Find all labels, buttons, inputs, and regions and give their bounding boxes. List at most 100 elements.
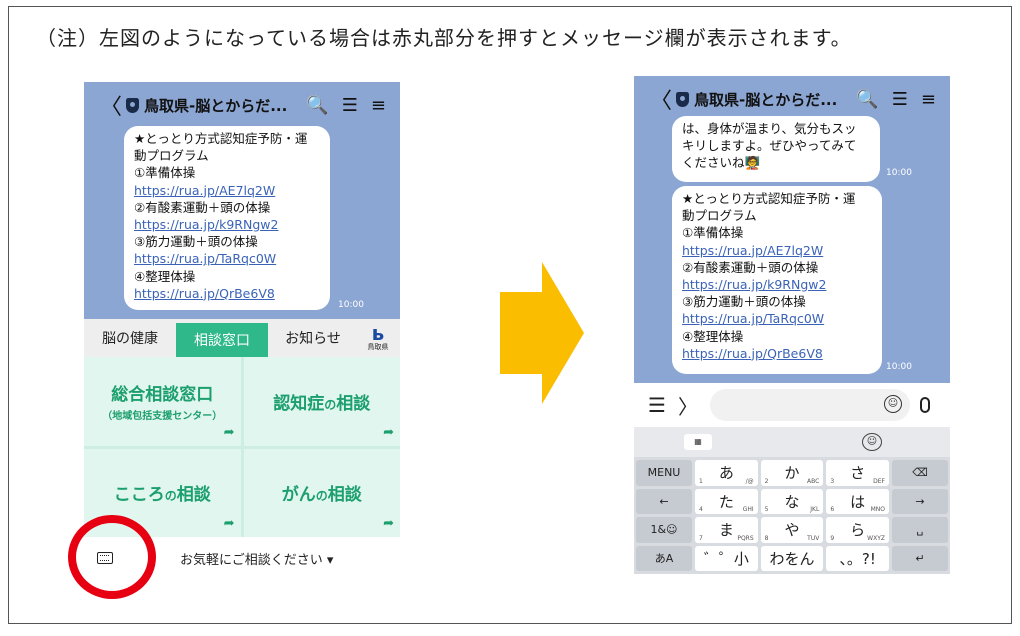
key-ka[interactable]: か 2 ABC <box>760 460 824 486</box>
official-badge-icon <box>676 91 689 107</box>
message-line: ③筋力運動＋頭の体操 <box>682 294 806 310</box>
key-dakuten[interactable]: ゛゜小 <box>695 545 758 571</box>
tab-news[interactable]: お知らせ <box>268 319 358 357</box>
message-link[interactable]: https://rua.jp/k9RNgw2 <box>134 216 320 233</box>
tottori-logo: ь 鳥取県 <box>358 319 398 357</box>
key-number: 7 <box>699 534 703 542</box>
logo-mark: ь <box>371 321 385 345</box>
message-line: ★とっとり方式認知症予防・運 <box>682 191 856 206</box>
key-ma[interactable]: ま 7 PQRS <box>695 517 758 543</box>
key-number: 8 <box>764 534 769 542</box>
message-link[interactable]: https://rua.jp/QrBe6V8 <box>134 285 320 302</box>
general-consultation-button[interactable]: 総合相談窓口 （地域包括支援センター） ➦ <box>84 357 241 446</box>
dementia-consultation-button[interactable]: 認知症の相談 ➦ <box>243 357 400 446</box>
keyboard-settings-icon[interactable]: ▦ <box>684 434 712 450</box>
message-line: キリしますよ。ぜひやってみて <box>682 138 857 154</box>
cell-label: 相談 <box>336 393 371 414</box>
key-punctuation[interactable]: 、。?! <box>826 545 889 571</box>
chat-header: 〈 鳥取県-脳とからだ... 🔍 ☰ ≡ <box>84 82 400 128</box>
message-line: ★とっとり方式認知症予防・運 <box>134 131 308 146</box>
enter-icon[interactable]: ↵ <box>892 545 948 571</box>
key-number: 4 <box>699 506 703 513</box>
key-na[interactable]: な 5 JKL <box>760 488 824 514</box>
key-label: か <box>784 464 800 483</box>
back-icon[interactable]: 〈 <box>100 89 122 121</box>
message-link[interactable]: https://rua.jp/AE7lq2W <box>682 242 872 259</box>
cell-label: 相談 <box>327 485 362 506</box>
cancer-consultation-button[interactable]: がんの相談 ➦ <box>243 448 400 537</box>
rich-menu-toggle[interactable]: お気軽にご相談ください ▾ <box>180 549 333 568</box>
message-bubble: ★とっとり方式認知症予防・運 動プログラム ①準備体操 https://rua.… <box>672 186 882 374</box>
message-input-bar: ☰ 〉 ☺ <box>634 383 950 427</box>
key-wa[interactable]: わをん <box>760 545 824 571</box>
key-sa[interactable]: さ 3 DEF <box>826 460 889 486</box>
tab-consultation[interactable]: 相談窓口 <box>176 323 268 357</box>
key-sub: WXYZ <box>867 534 885 542</box>
key-number: 2 <box>764 477 769 485</box>
chat-area: 〈 鳥取県-脳とからだ... 🔍 ☰ ≡ ★とっとり方式認知症予防・運 動プログ… <box>84 82 400 319</box>
chat-area: 〈 鳥取県-脳とからだ... 🔍 ☰ ≡ は、身体が温まり、気分もスッ キリしま… <box>634 76 950 383</box>
rich-menu-grid: 総合相談窓口 （地域包括支援センター） ➦ 認知症の相談 ➦ こころの相談 ➦ … <box>84 357 400 537</box>
rich-menu-tabs: 脳の健康 相談窓口 お知らせ ь 鳥取県 <box>84 319 400 357</box>
emoji-icon[interactable]: ☺ <box>862 433 882 451</box>
key-sub: PQRS <box>737 534 754 542</box>
hamburger-menu-icon[interactable]: ≡ <box>921 89 936 110</box>
message-input[interactable]: ☺ <box>709 389 910 421</box>
message-link[interactable]: https://rua.jp/AE7lq2W <box>134 182 320 199</box>
cell-sublabel: （地域包括支援センター） <box>102 411 223 423</box>
message-link[interactable]: https://rua.jp/TaRqc0W <box>682 310 872 327</box>
cell-label: こころ <box>113 485 165 506</box>
key-a[interactable]: あ 1 /@ <box>695 460 758 486</box>
key-ya[interactable]: や 8 TUV <box>760 517 824 543</box>
keyboard-toolbar: ▦ ☺ <box>634 427 950 457</box>
emoji-icon[interactable]: ☺ <box>883 395 902 413</box>
key-ra[interactable]: ら 9 WXYZ <box>826 517 889 543</box>
microphone-icon[interactable] <box>919 397 930 413</box>
chat-title: 鳥取県-脳とからだ... <box>144 96 288 115</box>
cell-particle: の <box>164 489 177 504</box>
cell-label: がん <box>281 485 316 506</box>
cursor-left-icon[interactable]: ← <box>636 488 692 514</box>
chevron-right-icon[interactable]: 〉 <box>678 391 698 420</box>
key-sub: ABC <box>807 477 820 485</box>
space-icon[interactable]: ␣ <box>892 517 948 543</box>
key-number: 1 <box>699 477 703 485</box>
key-sub: GHI <box>742 506 754 513</box>
cursor-right-icon[interactable]: → <box>892 488 948 514</box>
key-input-mode[interactable]: あA <box>636 545 692 571</box>
tab-brain-health[interactable]: 脳の健康 <box>84 319 176 357</box>
notes-icon[interactable]: ☰ <box>892 89 908 110</box>
key-number: 9 <box>830 534 835 542</box>
message-line: 動プログラム <box>134 148 209 164</box>
message-bubble: は、身体が温まり、気分もスッ キリしますよ。ぜひやってみて くださいね🧑‍🏫 <box>672 116 880 182</box>
key-number: 3 <box>830 477 835 485</box>
key-symbols[interactable]: 1&☺ <box>636 517 692 543</box>
notes-icon[interactable]: ☰ <box>342 95 358 116</box>
message-line: ①準備体操 <box>134 165 196 181</box>
key-ha[interactable]: は 6 MNO <box>826 488 889 514</box>
message-link[interactable]: https://rua.jp/QrBe6V8 <box>682 345 872 362</box>
chat-title: 鳥取県-脳とからだ... <box>694 90 838 109</box>
message-line: くださいね🧑‍🏫 <box>682 155 761 171</box>
message-link[interactable]: https://rua.jp/k9RNgw2 <box>682 276 872 293</box>
cell-label: 認知症 <box>273 393 325 414</box>
message-line: ①準備体操 <box>682 225 744 241</box>
arrow-icon: ➦ <box>383 424 394 440</box>
message-link[interactable]: https://rua.jp/TaRqc0W <box>134 250 320 267</box>
back-icon[interactable]: 〈 <box>650 83 672 115</box>
message-line: 動プログラム <box>682 208 757 224</box>
message-line: ④整理体操 <box>134 268 196 284</box>
key-label: あ <box>718 464 734 483</box>
search-icon[interactable]: 🔍 <box>306 95 328 116</box>
key-menu[interactable]: MENU <box>636 460 692 486</box>
menu-icon[interactable]: ☰ <box>648 393 666 417</box>
official-badge-icon <box>126 97 139 113</box>
search-icon[interactable]: 🔍 <box>856 89 878 110</box>
message-line: ②有酸素運動＋頭の体操 <box>682 259 819 275</box>
key-ta[interactable]: た 4 GHI <box>695 488 758 514</box>
backspace-icon[interactable]: ⌫ <box>892 460 948 486</box>
key-label: な <box>784 492 800 511</box>
hamburger-menu-icon[interactable]: ≡ <box>371 95 386 116</box>
logo-text: 鳥取県 <box>367 343 389 351</box>
key-label: は <box>850 492 866 511</box>
